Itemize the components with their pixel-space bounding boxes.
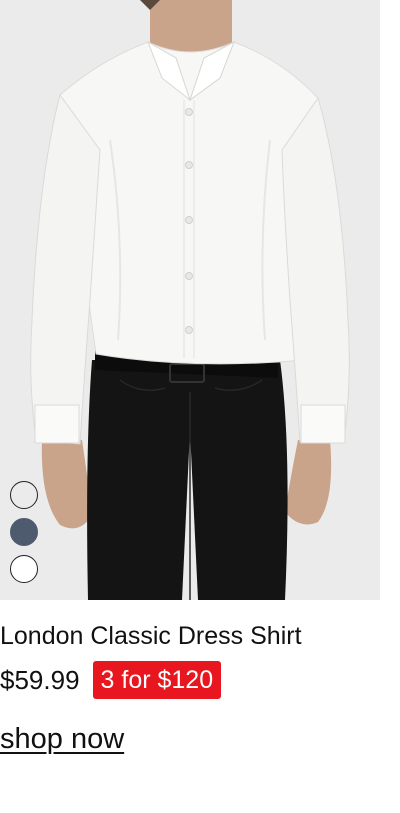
swatch-white[interactable]	[10, 555, 38, 583]
product-price: $59.99	[0, 665, 80, 695]
model-wearing-shirt-image	[0, 0, 380, 600]
product-title[interactable]: London Classic Dress Shirt	[0, 620, 302, 652]
product-image[interactable]	[0, 0, 380, 600]
product-card: London Classic Dress Shirt $59.99 3 for …	[0, 0, 400, 813]
price-row: $59.99 3 for $120	[0, 660, 222, 700]
shop-now-link[interactable]: shop now	[0, 720, 124, 758]
swatch-light-grey[interactable]	[10, 481, 38, 509]
swatch-slate-blue[interactable]	[10, 518, 38, 546]
color-swatches	[10, 481, 40, 583]
promo-badge: 3 for $120	[92, 661, 222, 699]
